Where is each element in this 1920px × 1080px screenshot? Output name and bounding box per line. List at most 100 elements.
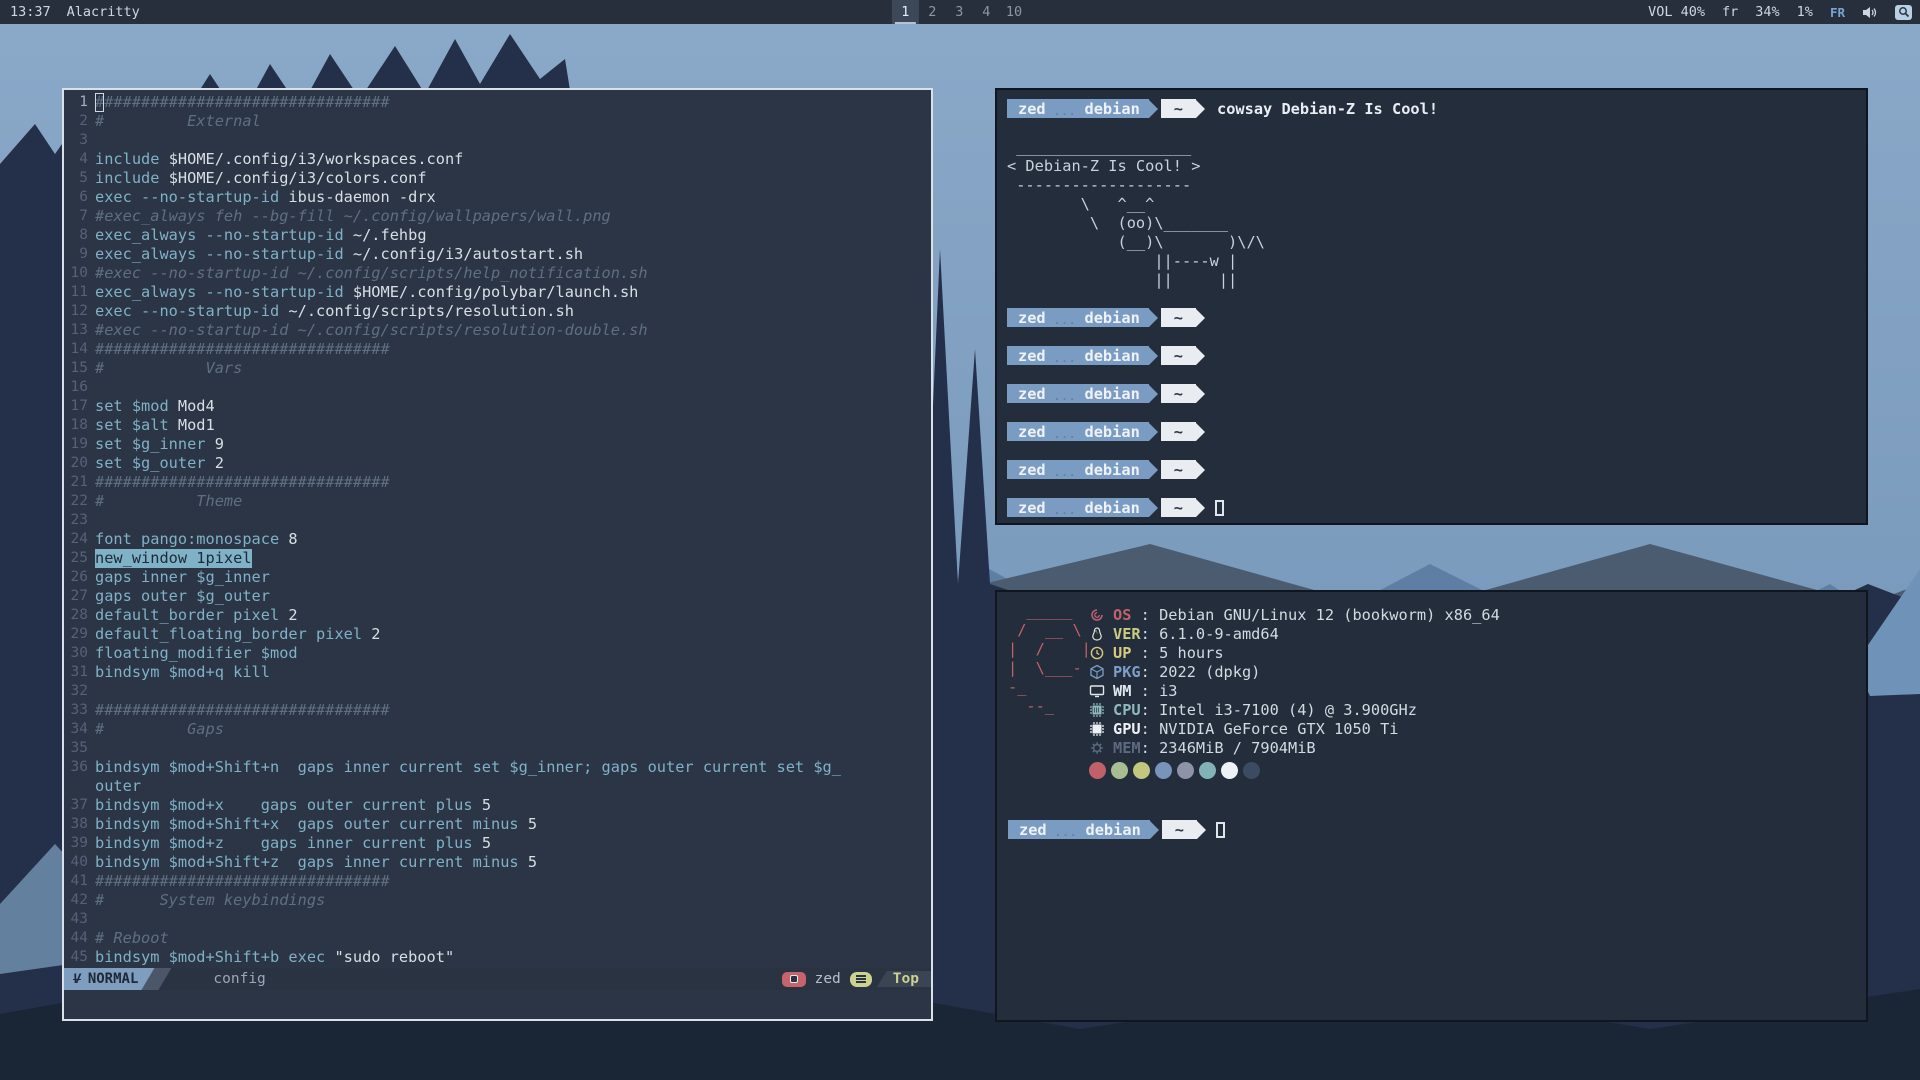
cpu-module: 34% [1755,4,1779,20]
prompt-cwd-segment: ~ [1161,460,1196,479]
fetch-colon: : [1141,606,1159,624]
code-line: 3 [64,131,931,150]
workspace-3[interactable]: 3 [946,0,973,24]
editor-code-area[interactable]: 1################################2# Exte… [64,90,931,967]
code-line: 37bindsym $mod+x gaps outer current plus… [64,796,931,815]
shell-prompt-row[interactable]: zed...debian~cowsay Debian-Z Is Cool! [1007,99,1866,118]
prompt-separator-dots: ... [1046,460,1085,479]
fetch-colon: : [1141,682,1159,700]
line-number: 45 [64,948,88,967]
line-number: 33 [64,701,88,720]
magnifier-icon[interactable] [1895,5,1912,20]
cowsay-output-line: || || [1007,270,1866,289]
shell-prompt-row[interactable]: zed...debian~ [1008,820,1225,839]
code-line: 34# Gaps [64,720,931,739]
code-token: $HOME/.config/i3/workspaces.conf [169,150,464,169]
desktop: 13:37 Alacritty 123410 VOL 40% fr 34% 1%… [0,0,1920,1080]
code-line: 30floating_modifier $mod [64,644,931,663]
fetch-colon: : [1141,663,1159,681]
code-line: 16 [64,378,931,397]
workspace-1[interactable]: 1 [892,0,919,24]
line-number: 1 [64,93,88,112]
speaker-icon[interactable] [1862,5,1878,20]
code-line: 13#exec --no-startup-id ~/.config/script… [64,321,931,340]
code-token: exec_always --no-startup-id [95,245,353,264]
palette-swatch-6 [1221,762,1238,779]
prompt-user-host-segment: zed...debian [1007,99,1149,118]
prompt-separator-dots: ... [1046,422,1085,441]
code-line: 24font pango:monospace 8 [64,530,931,549]
prompt-user: zed [1018,461,1046,479]
line-number: 42 [64,891,88,910]
prompt-arrow-icon [1149,309,1158,327]
editor-window[interactable]: 1################################2# Exte… [62,88,933,1021]
line-number: 32 [64,682,88,701]
line-number: 21 [64,473,88,492]
code-line: 28default_border pixel 2 [64,606,931,625]
code-line: 35 [64,739,931,758]
code-line: 45bindsym $mod+Shift+b exec "sudo reboot… [64,948,931,967]
line-number: 24 [64,530,88,549]
prompt-user-host-segment: zed...debian [1008,820,1150,839]
shell-prompt-row[interactable]: zed...debian~ [1007,498,1866,517]
code-line: 20set $g_outer 2 [64,454,931,473]
editor-cursor: # [95,93,104,112]
code-token: exec --no-startup-id [95,302,288,321]
prompt-user-host-segment: zed...debian [1007,346,1149,365]
fetch-prompt-row[interactable]: zed...debian~ [1008,820,1225,839]
prompt-host: debian [1085,347,1140,365]
cowsay-terminal-body[interactable]: zed...debian~cowsay Debian-Z Is Cool! __… [997,90,1866,517]
workspace-4[interactable]: 4 [973,0,1000,24]
code-token: 5 [528,853,537,872]
terminal-color-palette [1089,762,1500,779]
cowsay-output-line: ___________________ [1007,137,1866,156]
line-number: 36 [64,758,88,777]
fetch-info-list: OS : Debian GNU/Linux 12 (bookworm) x86_… [1089,605,1500,779]
volume-module[interactable]: VOL 40% [1648,4,1705,20]
line-number: 2 [64,112,88,131]
lines-icon [850,972,872,987]
vim-mode-label: NORMAL [88,971,139,987]
code-line: 31bindsym $mod+q kill [64,663,931,682]
code-token: set $mod [95,397,178,416]
blank-line [1007,479,1866,498]
cowsay-terminal-window[interactable]: zed...debian~cowsay Debian-Z Is Cool! __… [995,88,1868,525]
prompt-arrow-icon [1196,309,1205,327]
line-number: 38 [64,815,88,834]
prompt-user: zed [1018,309,1046,327]
shell-prompt-row[interactable]: zed...debian~ [1007,346,1866,365]
shell-prompt-row[interactable]: zed...debian~ [1007,422,1866,441]
workspace-10[interactable]: 10 [1000,0,1028,24]
focused-window-title: Alacritty [67,4,140,20]
code-line: 23 [64,511,931,530]
shell-prompt-row[interactable]: zed...debian~ [1007,308,1866,327]
prompt-separator-dots: ... [1046,99,1085,118]
prompt-separator-dots: ... [1046,384,1085,403]
workspace-2[interactable]: 2 [919,0,946,24]
gear-icon [1089,740,1106,756]
fetch-terminal-window[interactable]: _____ / __ \ | / | | \___- -_ --_ OS : D… [995,590,1868,1022]
code-token: ibus-daemon -drx [288,188,435,207]
code-token: 2 [215,454,224,473]
fetch-value: NVIDIA GeForce GTX 1050 Ti [1159,720,1398,738]
code-line: 32 [64,682,931,701]
code-token: exec_always --no-startup-id [95,283,353,302]
code-line: 33################################ [64,701,931,720]
line-number: 39 [64,834,88,853]
code-token: $HOME/.config/i3/colors.conf [169,169,427,188]
fetch-value: 6.1.0-9-amd64 [1159,625,1279,643]
palette-swatch-4 [1177,762,1194,779]
prompt-user-host-segment: zed...debian [1007,460,1149,479]
prompt-arrow-icon [1196,499,1205,517]
code-line: 4include $HOME/.config/i3/workspaces.con… [64,150,931,169]
code-line: 40bindsym $mod+Shift+z gaps inner curren… [64,853,931,872]
shell-prompt-row[interactable]: zed...debian ~ [1007,460,1866,479]
keyboard-layout-indicator[interactable]: FR [1830,5,1845,20]
shell-prompt-row[interactable]: zed...debian~ [1007,384,1866,403]
fetch-label: MEM [1113,739,1141,757]
prompt-host: debian [1085,385,1140,403]
code-token: 9 [215,435,224,454]
code-token: #exec --no-startup-id ~/.config/scripts/… [95,321,648,340]
code-token: include [95,150,169,169]
palette-swatch-5 [1199,762,1216,779]
